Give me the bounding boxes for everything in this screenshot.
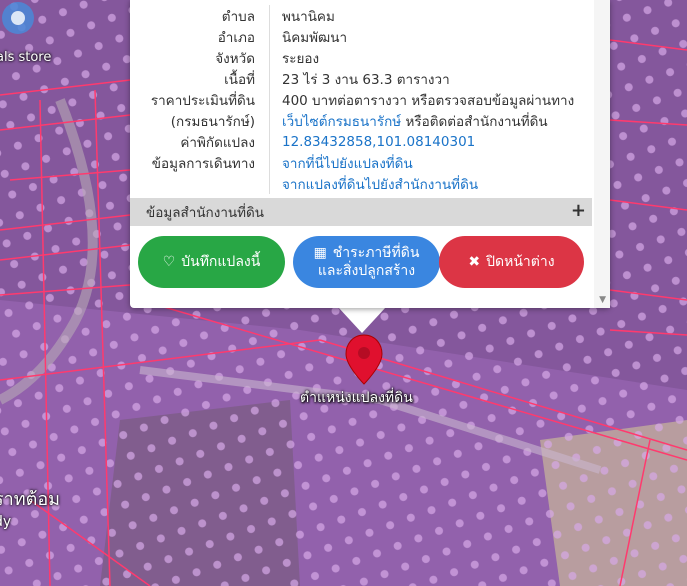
- info-row: ข้อมูลการเดินทาง จากที่นี่ไปยังแปลงที่ดิ…: [130, 152, 592, 173]
- info-key: ข้อมูลการเดินทาง: [130, 152, 270, 173]
- info-key: อำเภอ: [130, 26, 270, 47]
- popup-scrollbar[interactable]: ▼: [594, 0, 610, 308]
- info-key: เนื้อที่: [130, 68, 270, 89]
- info-row: จังหวัด ระยอง: [130, 47, 592, 68]
- pay-land-tax-label: ▦ ชำระภาษีที่ดินและสิ่งปลูกสร้าง: [313, 245, 420, 279]
- popup-tip: [338, 307, 386, 333]
- pin-label: ตำแหน่งแปลงที่ดิน: [300, 390, 413, 406]
- save-parcel-button[interactable]: ♡ บันทึกแปลงนี้: [138, 236, 285, 288]
- section-title: ข้อมูลสำนักงานที่ดิน: [146, 205, 265, 221]
- directions-to-office-link[interactable]: จากแปลงที่ดินไปยังสำนักงานที่ดิน: [282, 177, 478, 193]
- info-value: จากแปลงที่ดินไปยังสำนักงานที่ดิน: [270, 173, 478, 195]
- info-key: จังหวัด: [130, 47, 270, 68]
- info-value: 23 ไร่ 3 งาน 63.3 ตารางวา: [282, 71, 450, 88]
- close-window-label: ปิดหน้าต่าง: [486, 254, 555, 270]
- info-value: พนานิคม: [282, 8, 335, 25]
- parcel-info-popup: ตำบล พนานิคม อำเภอ นิคมพัฒนา จังหวัด ระย…: [130, 0, 610, 308]
- info-value: นิคมพัฒนา: [282, 29, 348, 46]
- info-row: อำเภอ นิคมพัฒนา: [130, 26, 592, 47]
- scroll-down-icon[interactable]: ▼: [599, 295, 606, 305]
- map-area-label-secondary: dy: [0, 514, 12, 530]
- pay-land-tax-button[interactable]: ▦ ชำระภาษีที่ดินและสิ่งปลูกสร้าง: [293, 236, 440, 288]
- info-value: จากที่นี่ไปยังแปลงที่ดิน: [270, 152, 413, 174]
- save-parcel-label: บันทึกแปลงนี้: [181, 254, 261, 270]
- close-window-button[interactable]: ✖ ปิดหน้าต่าง: [439, 236, 584, 288]
- info-key: ตำบล: [130, 5, 270, 26]
- land-office-section-header[interactable]: ข้อมูลสำนักงานที่ดิน +: [130, 198, 592, 226]
- info-key: ราคาประเมินที่ดิน: [130, 89, 270, 110]
- info-key: [130, 173, 270, 194]
- info-value: 400 บาทต่อตารางวา หรือตรวจสอบข้อมูลผ่านท…: [282, 92, 575, 109]
- coordinates-link[interactable]: 12.83432858,101.08140301: [282, 134, 475, 150]
- info-table: ตำบล พนานิคม อำเภอ นิคมพัฒนา จังหวัด ระย…: [130, 0, 592, 194]
- map-area-label: ราทต้อม: [0, 489, 61, 510]
- info-key: ค่าพิกัดแปลง: [130, 131, 270, 152]
- directions-to-parcel-link[interactable]: จากที่นี่ไปยังแปลงที่ดิน: [282, 156, 413, 172]
- info-row: (กรมธนารักษ์) เว็บไซต์กรมธนารักษ์ หรือติ…: [130, 110, 592, 131]
- heart-icon: ♡: [162, 254, 176, 270]
- info-key: (กรมธนารักษ์): [130, 110, 270, 131]
- info-row: ค่าพิกัดแปลง 12.83432858,101.08140301: [130, 131, 592, 152]
- treasury-website-link[interactable]: เว็บไซต์กรมธนารักษ์: [282, 114, 401, 130]
- info-row: จากแปลงที่ดินไปยังสำนักงานที่ดิน: [130, 173, 592, 194]
- info-row: ราคาประเมินที่ดิน 400 บาทต่อตารางวา หรือ…: [130, 89, 592, 110]
- info-row: เนื้อที่ 23 ไร่ 3 งาน 63.3 ตารางวา: [130, 68, 592, 89]
- info-value: เว็บไซต์กรมธนารักษ์ หรือติดต่อสำนักงานที…: [270, 110, 548, 132]
- info-value: 12.83432858,101.08140301: [270, 134, 475, 150]
- expand-icon[interactable]: +: [571, 200, 586, 221]
- map-place-label: als store: [0, 50, 52, 65]
- info-row: ตำบล พนานิคม: [130, 5, 592, 26]
- info-value-rest: หรือติดต่อสำนักงานที่ดิน: [401, 113, 548, 130]
- qr-icon: ▦: [313, 245, 327, 261]
- info-value: ระยอง: [282, 50, 320, 67]
- close-icon: ✖: [468, 254, 481, 270]
